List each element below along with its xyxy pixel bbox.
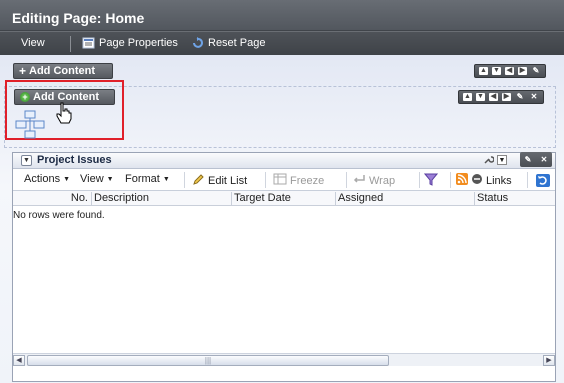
- caret-down-icon: ▼: [63, 175, 71, 183]
- scrollbar-thumb[interactable]: |||: [27, 355, 389, 366]
- toolbar-divider: [346, 172, 347, 188]
- layout-diagram-icon: [15, 110, 45, 143]
- toolbar-divider: [184, 172, 185, 188]
- add-content-region-button[interactable]: + Add Content: [13, 63, 113, 79]
- column-header[interactable]: Assigned: [336, 192, 475, 206]
- links-button[interactable]: Links: [456, 173, 512, 188]
- title-bar: Editing Page: Home: [0, 0, 564, 31]
- reset-page-label: Reset Page: [208, 37, 266, 49]
- refresh-icon: [535, 173, 551, 191]
- format-menu[interactable]: Format ▼: [125, 173, 170, 185]
- toolbar-divider: [527, 172, 528, 188]
- move-left-icon[interactable]: ◀: [505, 67, 514, 75]
- panel-menu-icon[interactable]: ▼: [497, 155, 507, 165]
- add-green-icon: +: [20, 92, 30, 102]
- toolbar-divider: [450, 172, 451, 188]
- edit-list-label: Edit List: [208, 175, 248, 187]
- column-header[interactable]: Status: [475, 192, 555, 206]
- column-header[interactable]: Description: [92, 192, 232, 206]
- scroll-left-icon[interactable]: ◀: [13, 355, 25, 366]
- page-properties-label: Page Properties: [99, 37, 178, 49]
- view-menu[interactable]: View: [21, 37, 45, 49]
- page-properties-icon: [82, 37, 95, 49]
- edit-pencil-icon[interactable]: ✎: [514, 92, 526, 102]
- close-icon[interactable]: ✕: [528, 92, 540, 102]
- filter-button[interactable]: [423, 173, 439, 189]
- move-up-icon[interactable]: ▲: [479, 67, 488, 75]
- edit-pencil-icon[interactable]: ✎: [530, 66, 542, 76]
- close-icon[interactable]: ✕: [538, 155, 550, 165]
- freeze-icon: [273, 173, 287, 188]
- panel-toolbar: Actions ▼ View ▼ Format ▼ Edit List Free…: [13, 169, 555, 191]
- link-icon: [471, 173, 483, 188]
- edit-pencil-icon[interactable]: ✎: [522, 155, 534, 165]
- view-menu-label: View: [21, 37, 45, 49]
- empty-message: No rows were found.: [13, 210, 105, 221]
- edit-list-button[interactable]: Edit List: [192, 173, 247, 189]
- actions-label: Actions: [24, 173, 61, 185]
- wrench-icon[interactable]: [483, 154, 495, 168]
- view-menu-panel[interactable]: View ▼: [80, 173, 114, 185]
- plus-icon: +: [19, 64, 27, 78]
- project-issues-panel: ▼ Project Issues ▼ ✎ ✕ Actions ▼ View ▼ …: [12, 152, 556, 382]
- actions-menu[interactable]: Actions ▼: [24, 173, 70, 185]
- hand-cursor-icon: [56, 102, 72, 127]
- page-properties-button[interactable]: Page Properties: [82, 37, 178, 49]
- collapse-chevron-icon[interactable]: ▼: [21, 155, 32, 166]
- caret-down-icon: ▼: [162, 175, 170, 183]
- freeze-label: Freeze: [290, 174, 325, 187]
- refresh-button[interactable]: [535, 173, 551, 191]
- filter-icon: [423, 173, 439, 189]
- toolbar-divider: [419, 172, 420, 188]
- reset-page-button[interactable]: Reset Page: [191, 37, 265, 49]
- toolbar-divider: [70, 36, 71, 52]
- rss-icon: [456, 173, 468, 188]
- move-right-icon[interactable]: ▶: [502, 93, 511, 101]
- format-label: Format: [125, 173, 160, 185]
- scroll-right-icon[interactable]: ▶: [543, 355, 555, 366]
- edit-list-icon: [192, 173, 205, 189]
- wrap-label: Wrap: [369, 174, 396, 187]
- column-header[interactable]: No.: [13, 192, 92, 206]
- move-down-icon[interactable]: ▼: [476, 93, 485, 101]
- move-right-icon[interactable]: ▶: [518, 67, 527, 75]
- add-content-region-label: Add Content: [29, 65, 95, 77]
- panel-header: ▼ Project Issues ▼ ✎ ✕: [13, 152, 555, 169]
- horizontal-scrollbar[interactable]: ◀ ||| ▶: [13, 353, 555, 366]
- panel-controls: ✎ ✕: [520, 152, 552, 167]
- page-title: Editing Page: Home: [12, 10, 145, 26]
- panel-title: Project Issues: [37, 154, 112, 166]
- view-label: View: [80, 173, 104, 185]
- caret-down-icon: ▼: [106, 175, 114, 183]
- region-controls: ▲ ▼ ◀ ▶ ✎: [474, 64, 546, 78]
- move-down-icon[interactable]: ▼: [492, 67, 501, 75]
- box-controls: ▲ ▼ ◀ ▶ ✎ ✕: [458, 90, 544, 104]
- move-left-icon[interactable]: ◀: [489, 93, 498, 101]
- move-up-icon[interactable]: ▲: [463, 93, 472, 101]
- column-header[interactable]: Target Date: [232, 192, 336, 206]
- toolbar-divider: [265, 172, 266, 188]
- links-label: Links: [486, 174, 512, 187]
- wrap-button[interactable]: Wrap: [352, 173, 395, 188]
- wrap-icon: [352, 173, 366, 188]
- freeze-button[interactable]: Freeze: [273, 173, 324, 188]
- table-header: No. Description Target Date Assigned Sta…: [13, 191, 555, 206]
- reset-icon: [191, 37, 204, 49]
- editor-toolbar: View Page Properties Reset Page: [0, 31, 564, 55]
